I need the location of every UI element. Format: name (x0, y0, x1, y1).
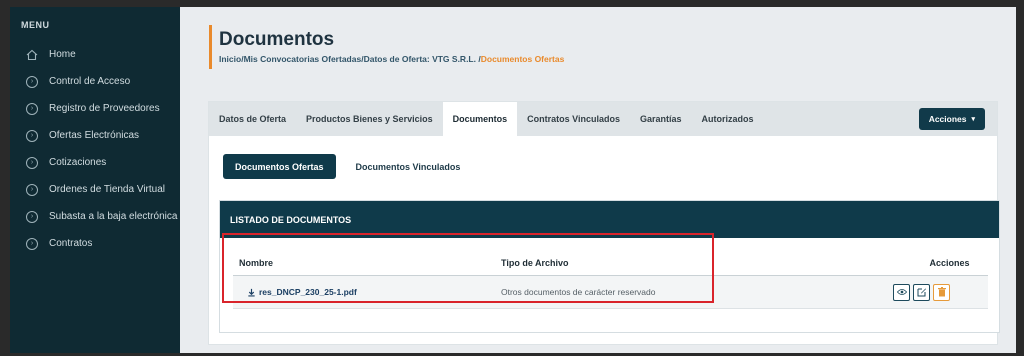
download-icon (248, 288, 255, 297)
edit-icon (917, 288, 926, 297)
sidebar: MENU Home › Control de Acceso › Registro… (10, 7, 180, 353)
circle-chevron-icon: › (26, 237, 38, 250)
view-button[interactable] (893, 283, 910, 301)
tab-bar: Datos de Oferta Productos Bienes y Servi… (209, 102, 997, 136)
row-actions (801, 283, 988, 301)
column-header-tipo: Tipo de Archivo (501, 257, 569, 268)
sidebar-item-label: Home (49, 49, 76, 60)
file-download-link[interactable]: res_DNCP_230_25-1.pdf (239, 287, 501, 297)
sidebar-item-cotizaciones[interactable]: › Cotizaciones (10, 149, 180, 176)
sidebar-item-label: Control de Acceso (49, 76, 131, 87)
sidebar-item-registro-de-proveedores[interactable]: › Registro de Proveedores (10, 95, 180, 122)
circle-chevron-icon: › (26, 129, 38, 142)
sidebar-item-label: Ordenes de Tienda Virtual (49, 184, 166, 195)
file-name: res_DNCP_230_25-1.pdf (259, 287, 357, 297)
tab-garantias[interactable]: Garantías (630, 102, 692, 136)
breadcrumb-current: Documentos Ofertas (480, 54, 565, 64)
tab-datos-de-oferta[interactable]: Datos de Oferta (209, 102, 296, 136)
sidebar-item-ordenes-tienda-virtual[interactable]: › Ordenes de Tienda Virtual (10, 176, 180, 203)
main-content: Documentos Inicio/Mis Convocatorias Ofer… (180, 7, 1016, 353)
documents-table: Nombre Tipo de Archivo Acciones res_DNCP… (233, 250, 988, 309)
sidebar-item-control-de-acceso[interactable]: › Control de Acceso (10, 68, 180, 95)
circle-chevron-icon: › (26, 75, 38, 88)
menu-title: MENU (21, 20, 50, 30)
column-header-acciones: Acciones (929, 257, 970, 268)
sidebar-item-label: Cotizaciones (49, 157, 107, 168)
sidebar-item-contratos[interactable]: › Contratos (10, 230, 180, 257)
trash-icon (937, 287, 946, 297)
sidebar-item-label: Contratos (49, 238, 93, 249)
subtab-group: Documentos Ofertas Documentos Vinculados (223, 154, 472, 179)
tab-productos[interactable]: Productos Bienes y Servicios (296, 102, 443, 136)
caret-down-icon: ▾ (971, 116, 975, 123)
circle-chevron-icon: › (26, 102, 38, 115)
app-window: MENU Home › Control de Acceso › Registro… (10, 7, 1016, 353)
cell-name: res_DNCP_230_25-1.pdf (233, 287, 501, 297)
tab-documentos[interactable]: Documentos (442, 102, 518, 136)
edit-button[interactable] (913, 283, 930, 301)
breadcrumb-convocatorias[interactable]: Mis Convocatorias Ofertadas (244, 54, 362, 64)
offer-panel: Datos de Oferta Productos Bienes y Servi… (208, 101, 1000, 345)
sidebar-item-subasta[interactable]: › Subasta a la baja electrónica (10, 203, 180, 230)
circle-chevron-icon: › (26, 183, 38, 196)
breadcrumb-datos-oferta[interactable]: Datos de Oferta: VTG S.R.L. (364, 54, 479, 64)
title-accent-bar (209, 25, 212, 69)
documents-listing: LISTADO DE DOCUMENTOS Nombre Tipo de Arc… (219, 200, 1000, 333)
cell-type: Otros documentos de carácter reservado (501, 287, 656, 297)
acciones-label: Acciones (928, 114, 967, 124)
sidebar-item-label: Subasta a la baja electrónica (49, 211, 178, 222)
listing-title: LISTADO DE DOCUMENTOS (220, 201, 999, 238)
page-title: Documentos (219, 29, 335, 50)
acciones-dropdown-button[interactable]: Acciones ▾ (918, 108, 985, 130)
eye-icon (896, 289, 907, 295)
sidebar-item-home[interactable]: Home (10, 41, 180, 68)
breadcrumb-inicio[interactable]: Inicio (219, 54, 241, 64)
delete-button[interactable] (933, 283, 950, 301)
sidebar-item-ofertas-electronicas[interactable]: › Ofertas Electrónicas (10, 122, 180, 149)
sidebar-nav: Home › Control de Acceso › Registro de P… (10, 41, 180, 257)
sidebar-item-label: Registro de Proveedores (49, 103, 160, 114)
tab-autorizados[interactable]: Autorizados (692, 102, 764, 136)
table-row: res_DNCP_230_25-1.pdf Otros documentos d… (233, 276, 988, 309)
breadcrumb: Inicio/Mis Convocatorias Ofertadas/Datos… (219, 54, 565, 64)
column-header-nombre: Nombre (239, 257, 274, 268)
circle-chevron-icon: › (26, 210, 38, 223)
home-icon (26, 49, 38, 60)
circle-chevron-icon: › (26, 156, 38, 169)
sidebar-item-label: Ofertas Electrónicas (49, 130, 140, 141)
subtab-documentos-vinculados[interactable]: Documentos Vinculados (344, 154, 473, 179)
tab-contratos-vinculados[interactable]: Contratos Vinculados (517, 102, 630, 136)
subtab-documentos-ofertas[interactable]: Documentos Ofertas (223, 154, 336, 179)
table-header: Nombre Tipo de Archivo Acciones (233, 250, 988, 276)
